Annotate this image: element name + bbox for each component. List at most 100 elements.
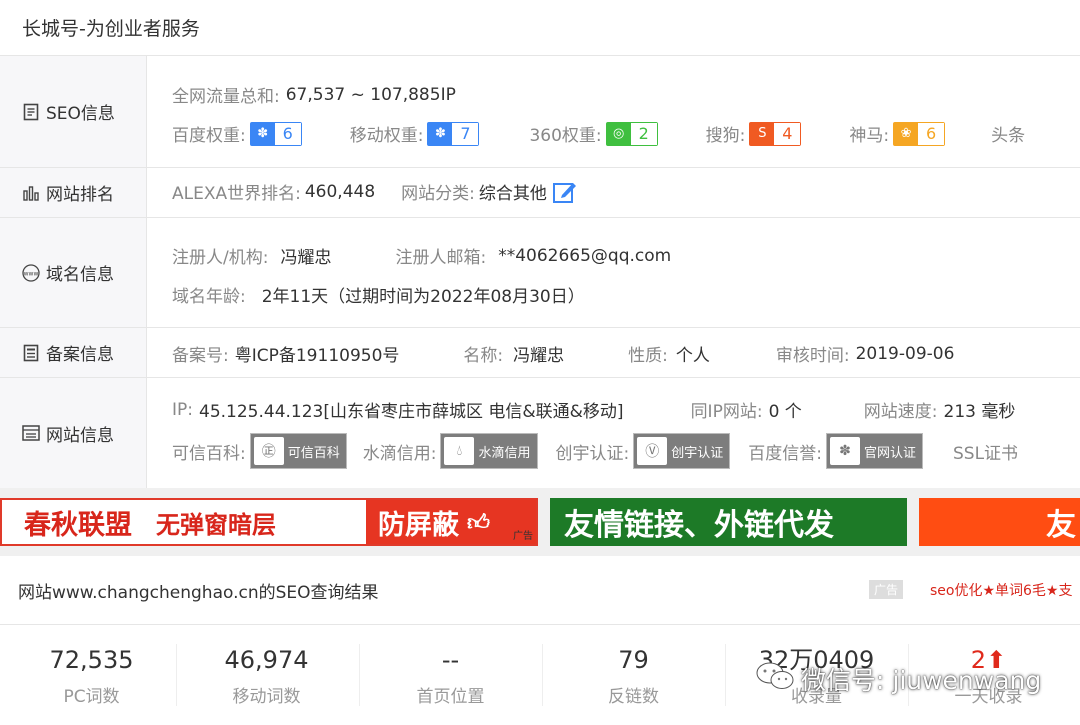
icp-type-value: 个人 (675, 346, 710, 366)
age-key: 域名年龄: (172, 287, 246, 307)
same-ip-value: 0 个 (768, 402, 802, 422)
category-value: 综合其他 (478, 184, 547, 204)
registrant-line: 注册人/机构: 冯耀忠 注册人邮箱: **4062665@qq.com (172, 243, 1080, 269)
edit-icon[interactable] (552, 181, 577, 203)
seo-label: SEO信息 (46, 104, 115, 124)
rank-label: 网站排名 (46, 185, 114, 205)
result-title: 网站www.changchenghao.cn的SEO查询结果 (18, 582, 379, 603)
paw-icon: ✽ (829, 437, 860, 465)
paw-icon: ✽ (250, 122, 275, 145)
ssl-key: SSL证书 (953, 443, 1019, 464)
site-label-cell: 网站信息 (0, 378, 147, 488)
traffic-key: 全网流量总和: (172, 87, 280, 107)
baidu-credit-seal-label: 官网认证 (863, 445, 916, 461)
baidu-weight-badge[interactable]: ✽ 6 (249, 121, 302, 146)
paw-icon: ✽ (428, 122, 453, 145)
stat-value: 46,974 (224, 646, 309, 674)
rank-content: ALEXA世界排名: 460,448 网站分类: 综合其他 (147, 168, 1080, 217)
stat-value: -- (441, 646, 460, 674)
thumbs-up-icon: 👍︎ (467, 510, 490, 536)
sogou-weight-value: 4 (774, 122, 801, 145)
kexin-seal[interactable]: ㊣ 可信百科 (249, 433, 347, 469)
stat-homepage-position[interactable]: -- 首页位置 (359, 640, 542, 720)
traffic-value: 67,537 ~ 107,885IP (285, 84, 456, 105)
sogou-weight-key: 搜狗: (705, 126, 746, 146)
icp-no-key: 备案号: (172, 346, 229, 366)
text-ad-link[interactable]: seo优化★单词6毛★支 (930, 580, 1072, 600)
site-content: IP: 45.125.44.123[山东省枣庄市薛城区 电信&联通&移动] 同I… (147, 378, 1080, 488)
page-header: 长城号-为创业者服务 (0, 0, 1080, 56)
bar-chart-icon (22, 184, 40, 202)
alexa-key: ALEXA世界排名: (172, 184, 301, 204)
kexin-seal-icon: ㊣ (253, 437, 284, 465)
sogou-weight-badge[interactable]: S 4 (749, 121, 802, 146)
record-icon (22, 344, 40, 362)
kexin-key: 可信百科: (172, 443, 246, 464)
icp-content: 备案号: 粤ICP备19110950号 名称: 冯耀忠 性质: 个人 审核时间:… (147, 328, 1080, 377)
ad2-text: 友情链接、外链代发 (564, 508, 834, 543)
shuidi-seal[interactable]: 💧︎ 水滴信用 (440, 433, 538, 469)
document-icon (22, 103, 40, 121)
stat-label: PC词数 (63, 687, 120, 707)
chuangyu-seal-label: 创宇认证 (671, 445, 724, 461)
registrant-key: 注册人/机构: (172, 248, 269, 268)
speed-key: 网站速度: (863, 402, 938, 422)
rank-row: 网站排名 ALEXA世界排名: 460,448 网站分类: 综合其他 (0, 168, 1080, 218)
ad1-text-3: 防屏蔽 👍︎ 广告 (366, 500, 536, 544)
stat-backlinks[interactable]: 79 反链数 (542, 640, 725, 720)
www-globe-icon: www (22, 263, 40, 282)
category-key: 网站分类: (401, 184, 475, 204)
stat-pc-keywords[interactable]: 72,535 PC词数 (0, 640, 183, 720)
shenma-weight-key: 神马: (849, 126, 890, 146)
wechat-icon (755, 660, 795, 698)
ad-tag: 广告 (513, 531, 533, 542)
seo-label-cell: SEO信息 (0, 56, 147, 167)
domain-label-cell: www 域名信息 (0, 218, 147, 327)
ad1-text-1: 春秋联盟 (24, 509, 132, 541)
domain-row: www 域名信息 注册人/机构: 冯耀忠 注册人邮箱: **4062665@qq… (0, 218, 1080, 328)
site-row: 网站信息 IP: 45.125.44.123[山东省枣庄市薛城区 电信&联通&移… (0, 378, 1080, 488)
shenma-weight-badge[interactable]: ❀ 6 (893, 121, 946, 146)
ip-line: IP: 45.125.44.123[山东省枣庄市薛城区 电信&联通&移动] 同I… (172, 397, 1080, 423)
baidu-credit-key: 百度信誉: (748, 443, 822, 464)
ad-banner-partial[interactable]: 友 (919, 498, 1080, 546)
icp-date-value: 2019-09-06 (855, 343, 955, 364)
stat-label: 反链数 (608, 687, 659, 707)
360-weight-key: 360权重: (529, 126, 602, 146)
info-table: SEO信息 全网流量总和: 67,537 ~ 107,885IP 百度权重: ✽… (0, 56, 1080, 488)
seals-line: 可信百科: ㊣ 可信百科 水滴信用: 💧︎ 水滴信用 创宇认证: Ⓥ 创宇认证 (172, 433, 1080, 469)
icp-name-value: 冯耀忠 (513, 346, 565, 366)
360-weight-value: 2 (630, 122, 657, 145)
watermark-text: 微信号: jiuwenwang (801, 666, 1042, 695)
alexa-line: ALEXA世界排名: 460,448 网站分类: 综合其他 (172, 179, 1080, 204)
baidu-credit-seal[interactable]: ✽ 官网认证 (825, 433, 923, 469)
page-title: 长城号-为创业者服务 (22, 18, 200, 40)
shuidi-seal-label: 水滴信用 (478, 445, 531, 461)
shenma-weight-value: 6 (918, 122, 945, 145)
domain-label: 域名信息 (46, 265, 114, 285)
age-line: 域名年龄: 2年11天（过期时间为2022年08月30日） (172, 282, 1080, 307)
icp-no-value: 粤ICP备19110950号 (234, 346, 400, 366)
wechat-watermark: 微信号: jiuwenwang (755, 660, 1041, 698)
stat-mobile-keywords[interactable]: 46,974 移动词数 (175, 640, 358, 720)
icp-type-key: 性质: (628, 346, 668, 366)
icp-line: 备案号: 粤ICP备19110950号 名称: 冯耀忠 性质: 个人 审核时间:… (172, 341, 1080, 367)
ad-banner-strip: 春秋联盟 无弹窗暗层 防屏蔽 👍︎ 广告 友情链接、外链代发 友 (0, 488, 1080, 556)
ad-banner-chunqiu[interactable]: 春秋联盟 无弹窗暗层 防屏蔽 👍︎ 广告 (0, 498, 538, 546)
water-drop-icon: 💧︎ (444, 437, 475, 465)
icp-label: 备案信息 (46, 345, 114, 365)
chuangyu-key: 创宇认证: (555, 443, 630, 464)
ip-value: 45.125.44.123[山东省枣庄市薛城区 电信&联通&移动] (199, 402, 624, 422)
traffic-line: 全网流量总和: 67,537 ~ 107,885IP (172, 82, 1080, 108)
360-weight-badge[interactable]: ◎ 2 (605, 121, 658, 146)
mobile-weight-badge[interactable]: ✽ 7 (427, 121, 480, 146)
domain-content: 注册人/机构: 冯耀忠 注册人邮箱: **4062665@qq.com 域名年龄… (147, 218, 1080, 327)
seo-row: SEO信息 全网流量总和: 67,537 ~ 107,885IP 百度权重: ✽… (0, 56, 1080, 168)
site-label: 网站信息 (46, 425, 114, 446)
ad-banner-links[interactable]: 友情链接、外链代发 (550, 498, 907, 546)
email-key: 注册人邮箱: (395, 248, 487, 268)
shenma-icon: ❀ (894, 122, 919, 145)
ad1-text-2: 无弹窗暗层 (156, 510, 276, 539)
age-value: 2年11天（过期时间为2022年08月30日） (261, 287, 585, 307)
chuangyu-seal[interactable]: Ⓥ 创宇认证 (633, 433, 731, 469)
